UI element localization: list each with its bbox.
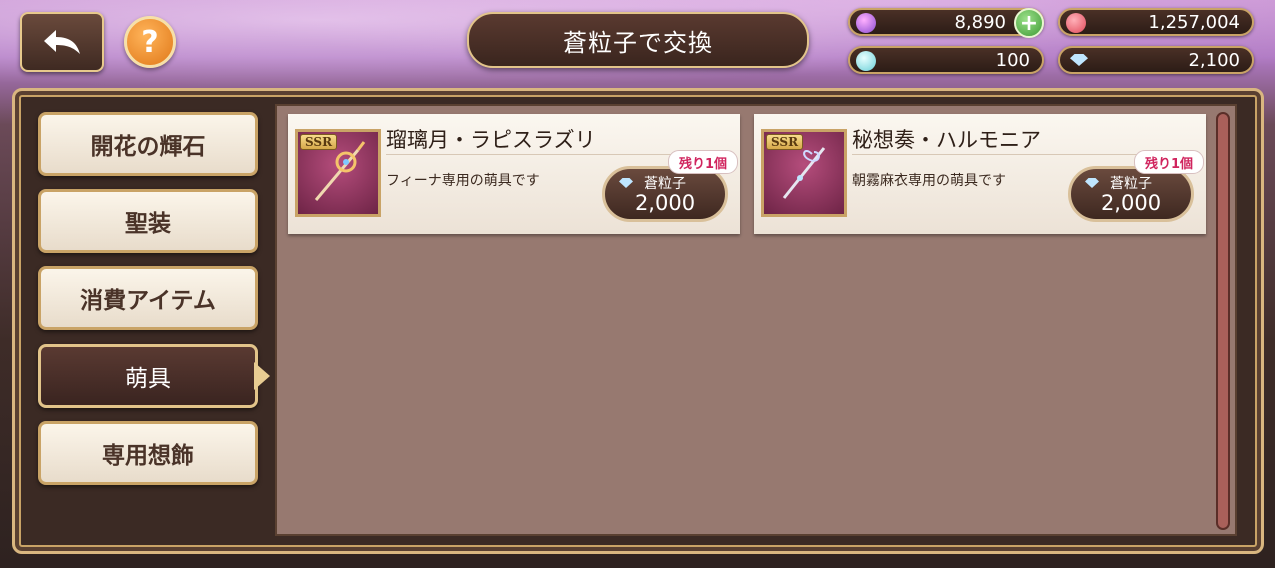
item-description: 朝霧麻衣専用の萌具です <box>852 173 1006 189</box>
price-value: 2,000 <box>1100 191 1162 215</box>
sidebar-item-consumables[interactable]: 消費アイテム <box>38 266 258 330</box>
sidebar-item-label: 消費アイテム <box>80 288 216 314</box>
scrollbar[interactable] <box>1216 112 1230 530</box>
stock-badge: 残り1個 <box>1134 150 1204 174</box>
item-thumbnail: SSR <box>295 129 381 217</box>
currency-value: 100 <box>995 49 1030 71</box>
blue-particle-icon <box>1070 54 1088 66</box>
sidebar-item-label: 専用想飾 <box>102 443 194 469</box>
item-name: 瑠璃月・ラピスラズリ <box>386 128 596 152</box>
item-card[interactable]: SSR 秘想奏・ハルモニア 朝霧麻衣専用の萌具です 蒼粒子 2,000 残り1個 <box>754 114 1206 234</box>
exchange-button[interactable]: 蒼粒子 2,000 <box>1068 166 1194 222</box>
item-thumbnail: SSR <box>761 129 847 217</box>
teal-orb-icon <box>856 51 876 71</box>
rarity-badge: SSR <box>300 134 338 150</box>
price-currency-label: 蒼粒子 <box>644 176 686 192</box>
currency-value: 2,100 <box>1188 49 1240 71</box>
sidebar-item-holy-gear[interactable]: 聖装 <box>38 189 258 253</box>
back-button[interactable] <box>20 12 104 72</box>
question-icon: ? <box>141 24 159 60</box>
sidebar-item-label: 聖装 <box>125 211 171 237</box>
exchange-button[interactable]: 蒼粒子 2,000 <box>602 166 728 222</box>
stock-badge: 残り1個 <box>668 150 738 174</box>
item-card[interactable]: SSR 瑠璃月・ラピスラズリ フィーナ専用の萌具です 蒼粒子 2,000 残り1… <box>288 114 740 234</box>
currency-blue-particle: 2,100 <box>1058 46 1254 74</box>
price-value: 2,000 <box>634 191 696 215</box>
item-name: 秘想奏・ハルモニア <box>852 128 1041 152</box>
sidebar-item-label: 萌具 <box>125 366 171 392</box>
sidebar-item-moegu[interactable]: 萌具 <box>38 344 258 408</box>
back-arrow-icon <box>44 30 80 54</box>
purple-crystal-icon <box>856 13 876 33</box>
currency-value: 8,890 <box>954 11 1006 33</box>
red-gem-icon <box>1066 13 1086 33</box>
currency-purple-crystal: 8,890 + <box>848 8 1044 38</box>
help-button[interactable]: ? <box>124 16 176 68</box>
price-currency-label: 蒼粒子 <box>1110 176 1152 192</box>
page-title: 蒼粒子で交換 <box>467 12 809 68</box>
add-currency-button[interactable]: + <box>1014 8 1044 38</box>
sidebar-item-blossom-stone[interactable]: 開花の輝石 <box>38 112 258 176</box>
item-description: フィーナ専用の萌具です <box>386 173 540 189</box>
currency-value: 1,257,004 <box>1148 11 1240 33</box>
currency-teal-orb: 100 <box>848 46 1044 74</box>
sidebar-item-label: 開花の輝石 <box>90 134 206 160</box>
currency-red-gem: 1,257,004 <box>1058 8 1254 36</box>
active-indicator-icon <box>254 362 270 390</box>
rarity-badge: SSR <box>766 134 804 150</box>
sidebar-item-exclusive-ornament[interactable]: 専用想飾 <box>38 421 258 485</box>
